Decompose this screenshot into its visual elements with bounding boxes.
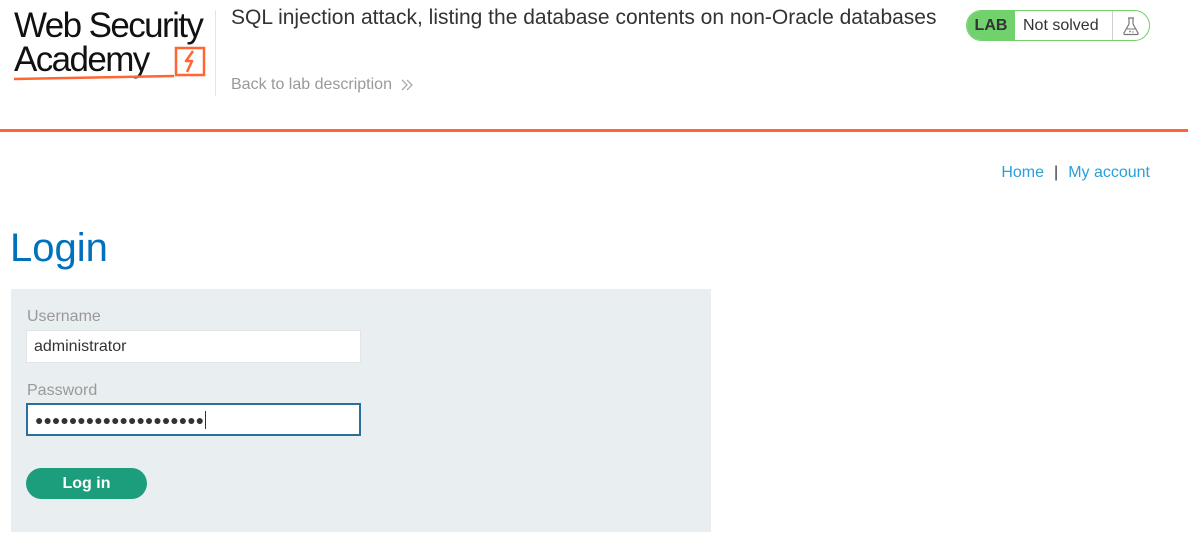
username-input[interactable]: administrator xyxy=(26,330,361,363)
password-masked-value: ●●●●●●●●●●●●●●●●●●●● xyxy=(35,411,205,428)
lab-status-text: Not solved xyxy=(1023,16,1099,34)
username-value: administrator xyxy=(34,337,127,355)
lab-status-badge: LAB Not solved xyxy=(966,10,1150,41)
logo-text-line2: Academy xyxy=(14,40,150,79)
back-link-label: Back to lab description xyxy=(231,76,392,93)
login-form: Username administrator Password ●●●●●●●●… xyxy=(11,289,711,532)
username-label: Username xyxy=(27,308,101,325)
top-navigation: Home | My account xyxy=(1001,164,1150,182)
flask-icon xyxy=(1112,11,1149,40)
password-label: Password xyxy=(27,382,98,399)
academy-logo[interactable]: Web Security Academy xyxy=(14,8,214,88)
logo-underline xyxy=(14,74,175,81)
text-caret xyxy=(205,410,207,429)
lab-tag: LAB xyxy=(967,11,1015,40)
lab-title: SQL injection attack, listing the databa… xyxy=(231,6,937,29)
back-to-lab-description-link[interactable]: Back to lab description xyxy=(231,76,414,94)
password-input[interactable]: ●●●●●●●●●●●●●●●●●●●● xyxy=(26,403,361,436)
login-button[interactable]: Log in xyxy=(26,468,147,499)
header-divider xyxy=(215,10,216,96)
my-account-link[interactable]: My account xyxy=(1068,164,1150,182)
header-rule xyxy=(0,129,1188,132)
home-link[interactable]: Home xyxy=(1001,164,1044,182)
logo-text-line1: Web Security xyxy=(14,6,204,45)
nav-separator: | xyxy=(1054,164,1059,181)
page-title: Login xyxy=(10,226,108,270)
double-chevron-right-icon xyxy=(401,79,413,91)
